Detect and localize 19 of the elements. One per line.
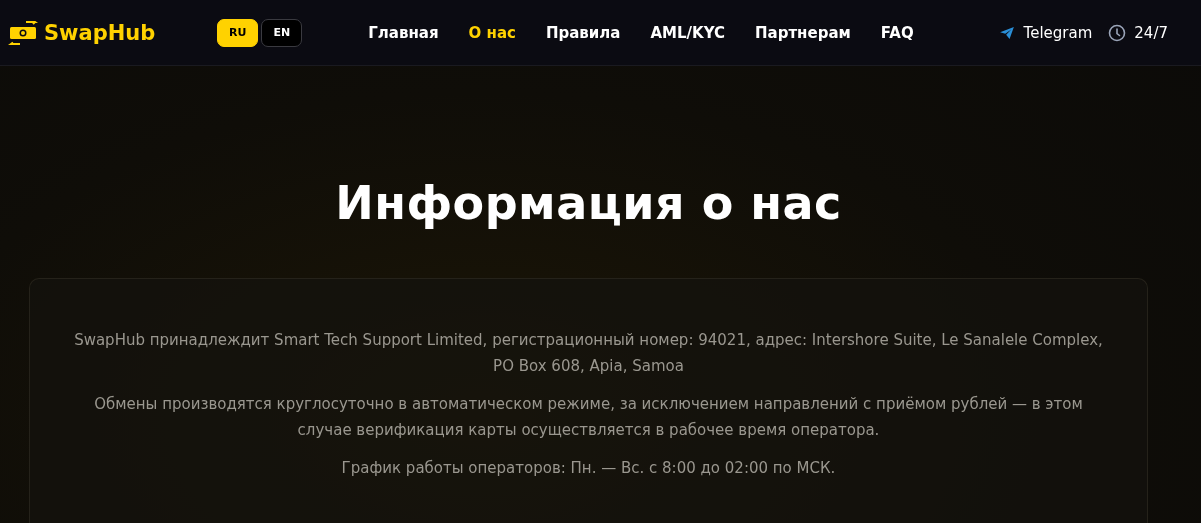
- logo-link[interactable]: SwapHub: [8, 20, 156, 45]
- info-paragraph: SwapHub принадлеждит Smart Tech Support Limited, регистрационный номер: 94021, адрес: Intershore Suite, Le Sanalele Complex, PO Box 608, Apia, Samoa: [73, 330, 1104, 377]
- clock-icon: [1108, 23, 1127, 42]
- info-paragraph: Обмены производятся круглосуточно в автоматическом режиме, за исключением направлений с приёмом рублей — в этом случае верификация карты осуществляется в рабочее время оператора.: [93, 394, 1084, 441]
- nav-link[interactable]: Главная: [368, 23, 439, 42]
- telegram-link[interactable]: Telegram: [999, 23, 1093, 42]
- hours-text: 24/7: [1134, 23, 1168, 42]
- info-paragraph: График работы операторов: Пн. — Вс. с 8:00 до 02:00 по МСК.: [340, 458, 837, 479]
- money-exchange-icon: [8, 20, 38, 45]
- nav-link[interactable]: Партнерам: [755, 23, 851, 42]
- nav-link[interactable]: О нас: [468, 23, 516, 42]
- nav-link[interactable]: FAQ: [880, 23, 914, 42]
- paper-plane-icon: [999, 26, 1014, 39]
- nav-link[interactable]: AML/KYC: [650, 23, 725, 42]
- page-title: Информация о нас: [334, 176, 843, 230]
- language-button[interactable]: EN: [261, 18, 303, 47]
- logo-text: SwapHub: [44, 20, 156, 45]
- nav-link[interactable]: Правила: [545, 23, 621, 42]
- language-button[interactable]: RU: [217, 18, 259, 47]
